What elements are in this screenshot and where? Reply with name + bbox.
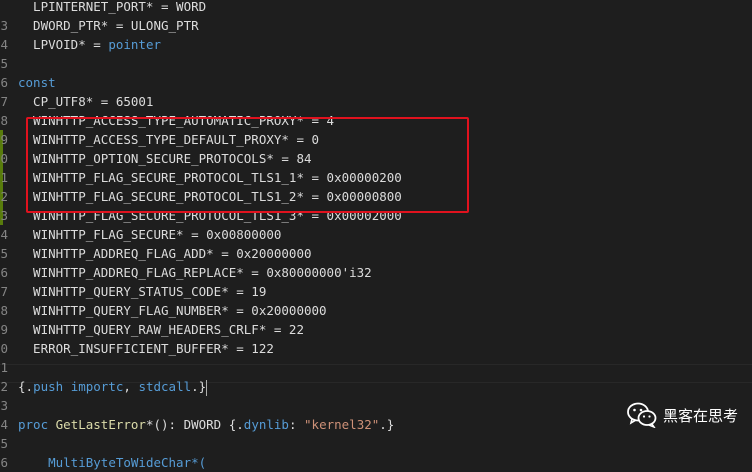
code-text: CP_UTF8* = 65001 xyxy=(18,92,153,111)
code-text: ERROR_INSUFFICIENT_BUFFER* = 122 xyxy=(18,339,274,358)
line-number: 9 xyxy=(0,132,8,147)
code-text: WINHTTP_QUERY_RAW_HEADERS_CRLF* = 22 xyxy=(18,320,304,339)
code-line[interactable]: 5 xyxy=(0,434,752,453)
code-token: DWORD_PTR* = ULONG_PTR xyxy=(18,18,199,33)
code-token: LPVOID* = xyxy=(18,37,109,52)
code-token: {. xyxy=(18,379,34,394)
code-line[interactable]: 7 CP_UTF8* = 65001 xyxy=(0,92,752,111)
code-line[interactable]: 6 MultiByteToWideChar*( xyxy=(0,453,752,472)
code-text: {.push importc, stdcall.} xyxy=(18,377,208,396)
line-number: 6 xyxy=(0,75,8,90)
line-number: 2 xyxy=(0,379,8,394)
code-text: const xyxy=(18,73,56,92)
code-token: LPINTERNET_PORT* = WORD xyxy=(18,0,207,14)
code-token: : xyxy=(288,417,305,432)
annotation-highlight-box xyxy=(26,117,469,213)
code-line[interactable]: 9 WINHTTP_QUERY_RAW_HEADERS_CRLF* = 22 xyxy=(0,320,752,339)
line-number: 3 xyxy=(0,18,8,33)
line-number: 5 xyxy=(0,436,8,451)
code-token: WINHTTP_ADDREQ_FLAG_ADD* = 0x20000000 xyxy=(18,246,312,261)
code-line[interactable]: 6 const xyxy=(0,73,752,92)
code-text: WINHTTP_QUERY_FLAG_NUMBER* = 0x20000000 xyxy=(18,301,327,320)
code-line[interactable]: 8 WINHTTP_QUERY_FLAG_NUMBER* = 0x2000000… xyxy=(0,301,752,320)
code-text: proc GetLastError*(): DWORD {.dynlib: "k… xyxy=(18,415,394,434)
code-text: WINHTTP_ADDREQ_FLAG_ADD* = 0x20000000 xyxy=(18,244,312,263)
code-token: WINHTTP_FLAG_SECURE* = 0x00800000 xyxy=(18,227,282,242)
line-number: 2 xyxy=(0,189,8,204)
code-token: stdcall xyxy=(138,379,192,394)
code-line[interactable]: 4 LPVOID* = pointer xyxy=(0,35,752,54)
wechat-icon xyxy=(627,402,657,428)
code-text: LPINTERNET_PORT* = WORD xyxy=(18,0,206,16)
line-number: 3 xyxy=(0,398,8,413)
text-cursor xyxy=(206,379,208,396)
code-token: MultiByteToWideChar*( xyxy=(48,455,207,470)
code-token: proc xyxy=(18,417,49,432)
watermark: 黑客在思考 xyxy=(627,400,738,430)
code-token: GetLastError xyxy=(55,417,146,432)
code-line[interactable]: 2 {.push importc, stdcall.} xyxy=(0,377,752,396)
code-line[interactable]: LPINTERNET_PORT* = WORD xyxy=(0,0,752,16)
code-token: importc xyxy=(70,379,124,394)
code-text: DWORD_PTR* = ULONG_PTR xyxy=(18,16,199,35)
code-text: WINHTTP_FLAG_SECURE* = 0x00800000 xyxy=(18,225,281,244)
code-token: .} xyxy=(379,417,395,432)
line-number: 7 xyxy=(0,94,8,109)
code-token: push xyxy=(33,379,64,394)
code-token: dynlib xyxy=(243,417,289,432)
line-number: 8 xyxy=(0,303,8,318)
line-number: 4 xyxy=(0,37,8,52)
code-token: pointer xyxy=(108,37,161,52)
line-number: 1 xyxy=(0,170,8,185)
code-token: .} xyxy=(191,379,207,394)
code-token: , xyxy=(123,379,139,394)
line-number: 9 xyxy=(0,322,8,337)
line-number: 6 xyxy=(0,455,8,470)
code-line[interactable]: 5 xyxy=(0,54,752,73)
code-text: WINHTTP_QUERY_STATUS_CODE* = 19 xyxy=(18,282,266,301)
watermark-text: 黑客在思考 xyxy=(662,406,738,425)
line-number: 4 xyxy=(0,227,8,242)
code-editor[interactable]: LPINTERNET_PORT* = WORD 3 DWORD_PTR* = UL… xyxy=(0,0,752,470)
code-text: LPVOID* = pointer xyxy=(18,35,161,54)
code-line[interactable]: 6 WINHTTP_ADDREQ_FLAG_REPLACE* = 0x80000… xyxy=(0,263,752,282)
code-token: WINHTTP_ADDREQ_FLAG_REPLACE* = 0x8000000… xyxy=(18,265,372,280)
code-text: MultiByteToWideChar*( xyxy=(18,453,206,472)
line-number: 3 xyxy=(0,208,8,223)
code-token: const xyxy=(18,75,56,90)
code-line[interactable]: 4 WINHTTP_FLAG_SECURE* = 0x00800000 xyxy=(0,225,752,244)
code-token: *(): DWORD {. xyxy=(145,417,244,432)
line-number: 4 xyxy=(0,417,8,432)
line-number: 8 xyxy=(0,113,8,128)
line-number: 5 xyxy=(0,56,8,71)
code-token: ERROR_INSUFFICIENT_BUFFER* = 122 xyxy=(18,341,274,356)
line-number: 7 xyxy=(0,284,8,299)
code-token: "kernel32" xyxy=(304,417,380,432)
line-number: 0 xyxy=(0,341,8,356)
code-line[interactable]: 0 ERROR_INSUFFICIENT_BUFFER* = 122 xyxy=(0,339,752,358)
code-token: WINHTTP_QUERY_FLAG_NUMBER* = 0x20000000 xyxy=(18,303,327,318)
line-number: 5 xyxy=(0,246,8,261)
line-number: 0 xyxy=(0,151,8,166)
code-text: WINHTTP_ADDREQ_FLAG_REPLACE* = 0x8000000… xyxy=(18,263,372,282)
line-number: 6 xyxy=(0,265,8,280)
code-token: CP_UTF8* = 65001 xyxy=(18,94,154,109)
code-token: WINHTTP_QUERY_RAW_HEADERS_CRLF* = 22 xyxy=(18,322,304,337)
code-line[interactable]: 5 WINHTTP_ADDREQ_FLAG_ADD* = 0x20000000 xyxy=(0,244,752,263)
code-token: WINHTTP_QUERY_STATUS_CODE* = 19 xyxy=(18,284,267,299)
line-number: 1 xyxy=(0,360,8,375)
code-line[interactable]: 1 xyxy=(0,358,752,377)
code-line[interactable]: 3 DWORD_PTR* = ULONG_PTR xyxy=(0,16,752,35)
code-line[interactable]: 7 WINHTTP_QUERY_STATUS_CODE* = 19 xyxy=(0,282,752,301)
